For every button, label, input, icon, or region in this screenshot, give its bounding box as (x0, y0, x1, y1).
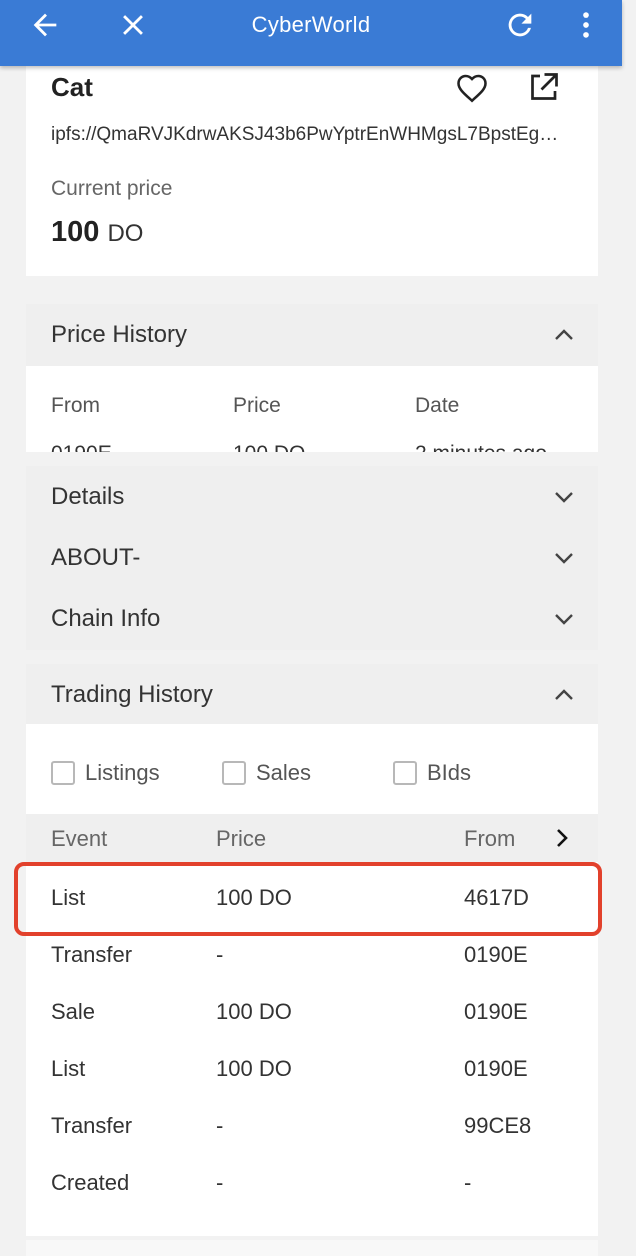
column-header-from: From (51, 394, 100, 417)
table-row[interactable]: Transfer - 99CE8 (26, 1097, 598, 1154)
price-history-header[interactable]: Price History (26, 304, 598, 366)
chevron-right-icon[interactable] (552, 826, 572, 850)
price-history-table: From Price Date 0190E 100 DO 2 minutes a… (26, 366, 598, 452)
filter-listings-label: Listings (85, 760, 160, 785)
cell-from: 4617D (464, 885, 529, 910)
cell-event: List (51, 885, 86, 910)
section-about-label: ABOUT- (51, 544, 141, 571)
filter-bids-label: BIds (427, 760, 472, 785)
bottom-divider (26, 1240, 598, 1256)
section-chain-info-label: Chain Info (51, 605, 161, 632)
app-bar: CyberWorld (0, 0, 622, 66)
cell-event: Created (51, 1170, 130, 1195)
scrollbar-track[interactable] (622, 0, 636, 1256)
column-header-from: From (464, 826, 516, 851)
cell-price: 100 DO (216, 999, 292, 1024)
table-row[interactable]: Sale 100 DO 0190E (26, 983, 598, 1040)
cell-event: Sale (51, 999, 96, 1024)
asset-ipfs-uri: ipfs://QmaRVJKdrwAKSJ43b6PwYptrEnWHMgsL7… (51, 124, 559, 145)
refresh-icon[interactable] (503, 8, 537, 42)
filter-listings-checkbox[interactable]: Listings (51, 760, 160, 786)
more-vert-icon[interactable] (569, 8, 603, 42)
column-header-date: Date (415, 394, 460, 417)
cell-event: Transfer (51, 1113, 133, 1138)
share-external-icon[interactable] (525, 70, 561, 106)
price-history-title: Price History (51, 321, 188, 348)
cell-price: 100 DO (216, 885, 292, 910)
chevron-up-icon (552, 683, 576, 707)
cell-event: Transfer (51, 942, 133, 967)
current-price: 100 DO (51, 216, 143, 249)
filter-sales-label: Sales (256, 760, 312, 785)
cell-price: - (216, 942, 224, 967)
price-history-from: 0190E (51, 442, 112, 452)
cell-from: 99CE8 (464, 1113, 532, 1138)
chevron-up-icon (552, 323, 576, 347)
chevron-down-icon (552, 607, 576, 631)
column-header-event: Event (51, 826, 108, 851)
cell-from: 0190E (464, 942, 528, 967)
column-header-price: Price (233, 394, 281, 417)
asset-name: Cat (51, 72, 93, 102)
section-details[interactable]: Details (26, 466, 598, 528)
table-row[interactable]: List 100 DO 4617D (26, 869, 598, 926)
cell-price: 100 DO (216, 1056, 292, 1081)
price-currency: DO (107, 220, 144, 247)
section-about[interactable]: ABOUT- (26, 527, 598, 589)
filter-sales-checkbox[interactable]: Sales (222, 760, 311, 786)
column-header-price: Price (216, 826, 267, 851)
trading-history-body: Listings Sales BIds Event Price From Lis… (26, 724, 598, 1236)
price-history-date: 2 minutes ago (415, 442, 547, 452)
cell-price: - (216, 1113, 224, 1138)
favorite-heart-icon[interactable] (454, 70, 490, 106)
table-row[interactable]: Created - - (26, 1154, 598, 1211)
cell-event: List (51, 1056, 86, 1081)
table-row[interactable]: Transfer - 0190E (26, 926, 598, 983)
checkbox-box[interactable] (51, 761, 75, 785)
trading-history-title: Trading History (51, 681, 213, 708)
checkbox-box[interactable] (222, 761, 246, 785)
cell-price: - (216, 1170, 224, 1195)
price-history-price: 100 DO (233, 442, 305, 452)
trading-history-header[interactable]: Trading History (26, 664, 598, 726)
section-details-label: Details (51, 483, 125, 510)
cell-from: 0190E (464, 1056, 528, 1081)
trading-table-header: Event Price From (26, 814, 598, 862)
chevron-down-icon (552, 485, 576, 509)
cell-from: - (464, 1170, 472, 1195)
collapsed-sections: Details ABOUT- Chain Info (26, 466, 598, 650)
price-amount: 100 (51, 216, 100, 248)
cell-from: 0190E (464, 999, 528, 1024)
filter-bids-checkbox[interactable]: BIds (393, 760, 471, 786)
table-row[interactable]: List 100 DO 0190E (26, 1040, 598, 1097)
current-price-label: Current price (51, 177, 173, 200)
asset-header-card: Cat ipfs://QmaRVJKdrwAKSJ43b6PwYptrEnWHM… (26, 66, 598, 276)
checkbox-box[interactable] (393, 761, 417, 785)
section-chain-info[interactable]: Chain Info (26, 588, 598, 650)
chevron-down-icon (552, 546, 576, 570)
